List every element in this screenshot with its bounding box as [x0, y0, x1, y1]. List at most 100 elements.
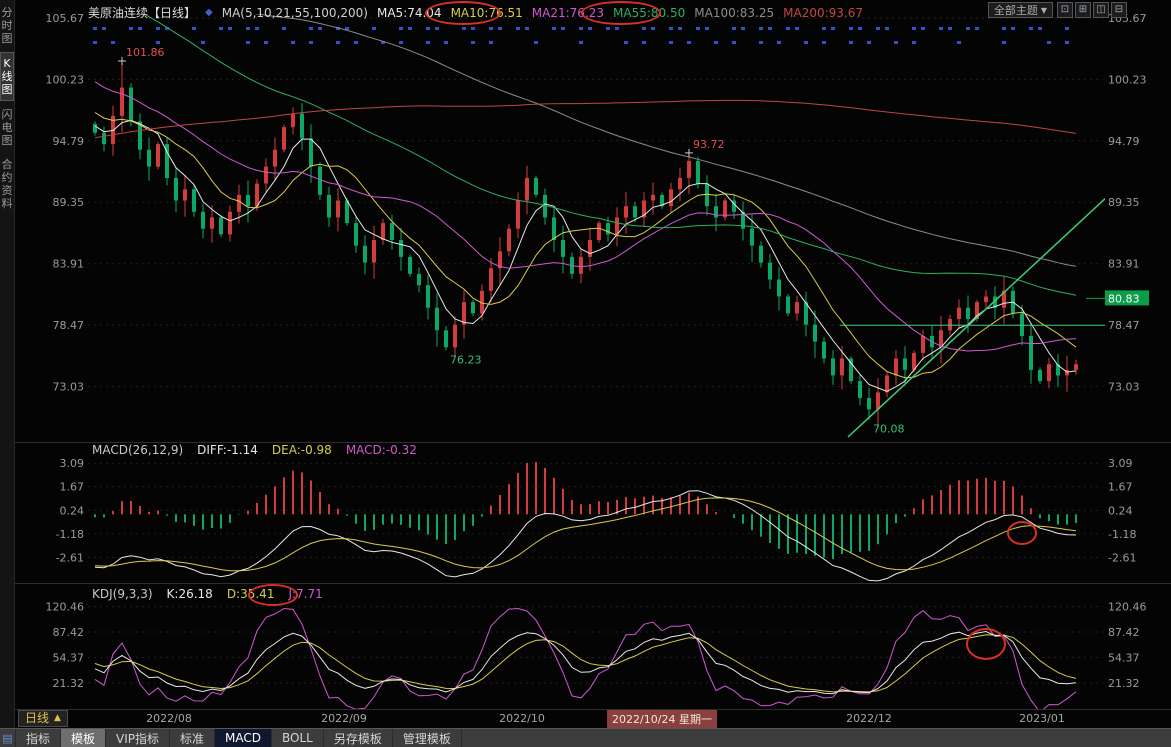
bottom-bar: ▤ 指标模板VIP指标标准MACDBOLL另存模板管理模板 — [0, 728, 1171, 747]
svg-text:87.42: 87.42 — [1108, 626, 1140, 639]
svg-text:21.32: 21.32 — [1108, 677, 1140, 690]
indicator-value-label: K:26.18 — [167, 587, 213, 601]
svg-text:78.47: 78.47 — [1108, 319, 1140, 332]
bottom-tab-7[interactable]: 另存模板 — [324, 729, 393, 747]
indicator-value-label: MACD(26,12,9) — [92, 443, 183, 457]
svg-text:83.91: 83.91 — [1108, 258, 1140, 271]
ma-value-label: MA200:93.67 — [783, 6, 863, 20]
symbol-title: 美原油连续【日线】 — [88, 4, 196, 21]
svg-text:87.42: 87.42 — [53, 626, 85, 639]
bottom-tab-5[interactable]: MACD — [215, 729, 272, 747]
window-buttons: ⊡⊞◫⊟ — [1057, 2, 1127, 18]
svg-text:1.67: 1.67 — [1108, 481, 1133, 494]
selected-date-label: 2022/10/24 星期一 — [607, 710, 717, 728]
svg-text:3.09: 3.09 — [60, 457, 85, 470]
hand-drawn-red-circle — [581, 1, 661, 25]
date-tick-label: 2022/10 — [499, 712, 545, 725]
date-tick-label: 2023/01 — [1019, 712, 1065, 725]
theme-button-label: 全部主题 — [994, 3, 1038, 18]
svg-text:100.23: 100.23 — [1108, 73, 1147, 86]
svg-text:-2.61: -2.61 — [1108, 552, 1136, 565]
svg-text:54.37: 54.37 — [1108, 652, 1140, 665]
svg-text:21.32: 21.32 — [53, 677, 85, 690]
svg-text:3.09: 3.09 — [1108, 457, 1133, 470]
indicator-value-label: DIFF:-1.14 — [197, 443, 258, 457]
svg-text:80.83: 80.83 — [1108, 292, 1140, 305]
macd-label-row: MACD(26,12,9) DIFF:-1.14 DEA:-0.98 MACD:-0.… — [92, 443, 417, 457]
chevron-down-icon: ▼ — [1041, 3, 1047, 18]
ma-settings-label: MA(5,10,21,55,100,200) — [222, 6, 368, 20]
trading-app-window: 101.8693.7276.2370.08105.67105.67100.231… — [0, 0, 1171, 747]
svg-text:120.46: 120.46 — [1108, 601, 1147, 614]
date-tick-label: 2022/09 — [321, 712, 367, 725]
hand-drawn-red-circle — [1007, 521, 1037, 545]
svg-text:100.23: 100.23 — [46, 73, 85, 86]
bottom-tab-1[interactable]: 指标 — [16, 729, 61, 747]
date-axis: 2022/08 2022/09 2022/10 2022/10/24 星期一 2022/… — [14, 710, 1171, 728]
svg-text:105.67: 105.67 — [46, 12, 85, 25]
svg-text:73.03: 73.03 — [1108, 380, 1140, 393]
svg-text:73.03: 73.03 — [53, 380, 85, 393]
ma100-line — [95, 0, 1076, 266]
svg-text:93.72: 93.72 — [693, 138, 725, 151]
layout-vertical-icon[interactable]: ⊟ — [1111, 2, 1127, 18]
kdj-layer — [95, 609, 1076, 713]
date-tick-label: 2022/12 — [846, 712, 892, 725]
hand-drawn-red-circle — [248, 584, 298, 606]
theme-selector-button[interactable]: 全部主题 ▼ — [988, 2, 1053, 18]
bottom-tab-6[interactable]: BOLL — [272, 729, 324, 747]
signal-dot-rows — [93, 27, 1069, 44]
sidebar-tab-1[interactable]: 分时图 — [0, 2, 14, 49]
svg-text:1.67: 1.67 — [60, 481, 85, 494]
bottom-tab-3[interactable]: VIP指标 — [106, 729, 170, 747]
left-tab-bar: 分时图 K线图闪电图合约资料 — [0, 0, 15, 747]
arrow-up-icon: ▲ — [54, 711, 61, 726]
sidebar-tab-3[interactable]: 闪电图 — [0, 104, 14, 151]
diff-line — [95, 491, 1076, 581]
bottom-tab-4[interactable]: 标准 — [170, 729, 215, 747]
indicator-value-label: KDJ(9,3,3) — [92, 587, 153, 601]
indicator-flag-icon: ◆ — [205, 7, 213, 18]
svg-text:54.37: 54.37 — [53, 652, 85, 665]
ma10-line — [95, 113, 1076, 378]
svg-text:101.86: 101.86 — [126, 46, 165, 59]
period-label: 日线 — [25, 711, 49, 726]
layout-horizontal-icon[interactable]: ◫ — [1093, 2, 1109, 18]
date-tick-label: 2022/08 — [146, 712, 192, 725]
svg-text:76.23: 76.23 — [450, 353, 482, 366]
candlestick-layer — [93, 0, 1108, 437]
layout-grid-icon[interactable]: ⊞ — [1075, 2, 1091, 18]
svg-text:94.79: 94.79 — [1108, 135, 1140, 148]
ma200-line — [95, 100, 1076, 137]
svg-text:120.46: 120.46 — [46, 601, 85, 614]
svg-text:0.24: 0.24 — [60, 504, 85, 517]
layout-single-icon[interactable]: ⊡ — [1057, 2, 1073, 18]
svg-text:0.24: 0.24 — [1108, 504, 1133, 517]
svg-text:89.35: 89.35 — [1108, 196, 1140, 209]
svg-text:-1.18: -1.18 — [56, 528, 84, 541]
ma-value-label: MA100:83.25 — [694, 6, 774, 20]
macd-layer — [95, 462, 1076, 581]
svg-text:94.79: 94.79 — [53, 135, 85, 148]
svg-text:-1.18: -1.18 — [1108, 528, 1136, 541]
j-line — [95, 609, 1076, 713]
svg-text:83.91: 83.91 — [53, 258, 85, 271]
hand-drawn-red-circle — [425, 1, 501, 25]
svg-text:-2.61: -2.61 — [56, 552, 84, 565]
indicator-value-label: MACD:-0.32 — [346, 443, 417, 457]
theme-controls: 全部主题 ▼ ⊡⊞◫⊟ — [988, 2, 1127, 18]
ma5-line — [95, 120, 1076, 391]
hand-drawn-red-circle — [966, 628, 1006, 660]
period-selector[interactable]: 日线 ▲ — [18, 710, 68, 727]
sidebar-tab-4[interactable]: 合约资料 — [0, 154, 14, 214]
svg-text:89.35: 89.35 — [53, 196, 85, 209]
bottom-tab-2[interactable]: 模板 — [61, 729, 106, 747]
panel-toggle-icon[interactable]: ▤ — [0, 729, 16, 747]
indicator-value-label: DEA:-0.98 — [272, 443, 332, 457]
svg-text:70.08: 70.08 — [873, 423, 905, 436]
trend-line-diagonal — [848, 196, 1108, 437]
bottom-tab-8[interactable]: 管理模板 — [393, 729, 462, 747]
bottom-tab-list: 指标模板VIP指标标准MACDBOLL另存模板管理模板 — [16, 729, 462, 747]
sidebar-tab-2[interactable]: K线图 — [0, 52, 14, 101]
dea-line — [95, 498, 1076, 571]
